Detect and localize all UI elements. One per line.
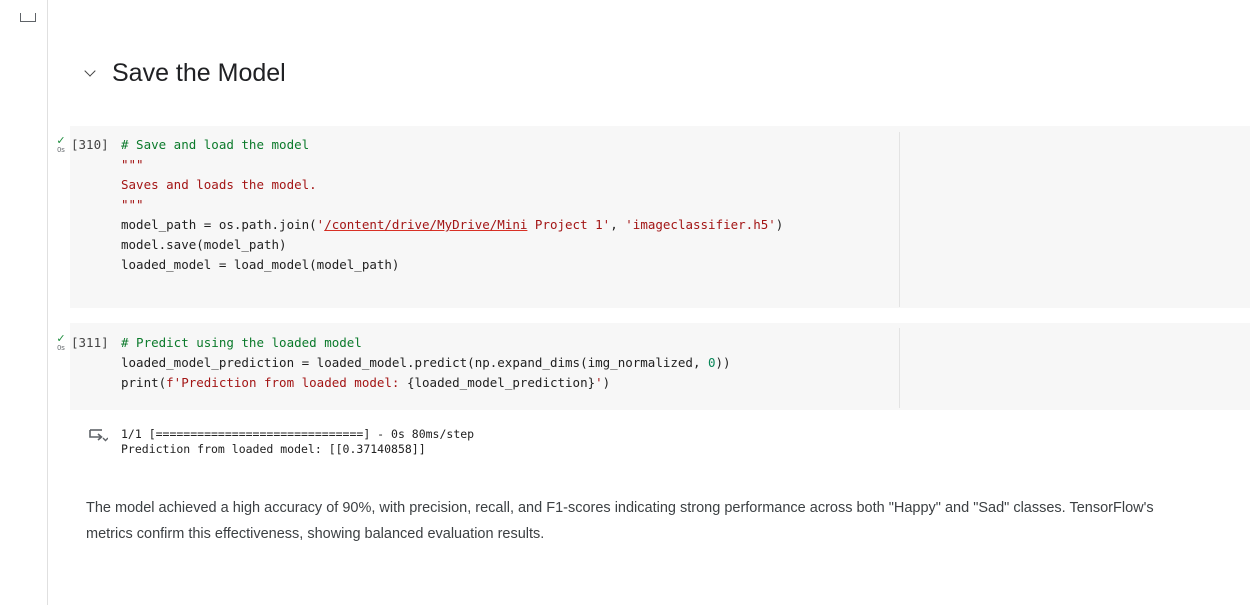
checkmark-icon: ✓ bbox=[56, 135, 66, 147]
code-line: loaded_model = load_model(model_path) bbox=[121, 255, 783, 275]
code-editor[interactable]: # Save and load the model """ Saves and lo… bbox=[121, 135, 783, 275]
code-token: )) bbox=[715, 355, 731, 370]
code-token: 0 bbox=[708, 355, 716, 370]
run-status[interactable]: ✓ 0s bbox=[51, 135, 71, 155]
code-line: """ bbox=[121, 155, 783, 175]
code-token: print( bbox=[121, 375, 167, 390]
code-token: model_path = os.path.join( bbox=[121, 217, 317, 232]
code-token: """ bbox=[121, 197, 144, 212]
cell-icon[interactable] bbox=[20, 13, 36, 22]
section-title: Save the Model bbox=[112, 58, 286, 87]
code-token: /content/drive/MyDrive/Mini bbox=[324, 217, 528, 232]
code-token: model.save(model_path) bbox=[121, 237, 287, 252]
code-line: # Predict using the loaded model bbox=[121, 333, 731, 353]
code-token: f'Prediction from loaded model: bbox=[166, 375, 407, 390]
code-line: """ bbox=[121, 195, 783, 215]
code-line: loaded_model_prediction = loaded_model.p… bbox=[121, 353, 731, 373]
code-token: loaded_model_prediction = loaded_model.p… bbox=[121, 355, 708, 370]
code-line: model_path = os.path.join('/content/driv… bbox=[121, 215, 783, 235]
code-token: ) bbox=[775, 217, 784, 232]
code-token: ' bbox=[595, 375, 603, 390]
run-status[interactable]: ✓ 0s bbox=[51, 333, 71, 353]
code-line: model.save(model_path) bbox=[121, 235, 783, 255]
chevron-down-icon[interactable] bbox=[84, 64, 96, 77]
cell-output: 1/1 [==============================] - 0… bbox=[121, 427, 474, 457]
code-token: Project 1' bbox=[527, 217, 611, 232]
code-line: print(f'Prediction from loaded model: {l… bbox=[121, 373, 731, 393]
execution-count: [311] bbox=[71, 335, 109, 350]
output-prediction: Prediction from loaded model: [[0.371408… bbox=[121, 442, 426, 456]
code-token: Saves and loads the model. bbox=[121, 177, 317, 192]
code-token: """ bbox=[121, 157, 144, 172]
line-length-ruler bbox=[899, 132, 900, 307]
markdown-text: The model achieved a high accuracy of 90… bbox=[86, 500, 1154, 542]
run-time: 0s bbox=[57, 345, 65, 352]
code-token: {loaded_model_prediction} bbox=[406, 375, 596, 390]
code-line: # Save and load the model bbox=[121, 135, 783, 155]
code-token: # Save and load the model bbox=[121, 137, 310, 152]
run-time: 0s bbox=[57, 147, 65, 154]
section-header[interactable]: Save the Model bbox=[84, 56, 286, 90]
code-token: loaded_model = load_model(model_path) bbox=[121, 257, 400, 272]
execution-count: [310] bbox=[71, 137, 109, 152]
code-token: 'imageclassifier.h5' bbox=[625, 217, 776, 232]
checkmark-icon: ✓ bbox=[56, 333, 66, 345]
output-progress: 1/1 [==============================] - 0… bbox=[121, 427, 475, 441]
code-token: , bbox=[610, 217, 626, 232]
code-line: Saves and loads the model. bbox=[121, 175, 783, 195]
line-length-ruler bbox=[899, 328, 900, 408]
code-token: # Predict using the loaded model bbox=[121, 335, 362, 350]
code-token: ) bbox=[602, 375, 611, 390]
cell-left-border bbox=[47, 0, 48, 605]
code-editor[interactable]: # Predict using the loaded model loaded_m… bbox=[121, 333, 731, 393]
output-toggle-icon[interactable] bbox=[88, 428, 108, 444]
